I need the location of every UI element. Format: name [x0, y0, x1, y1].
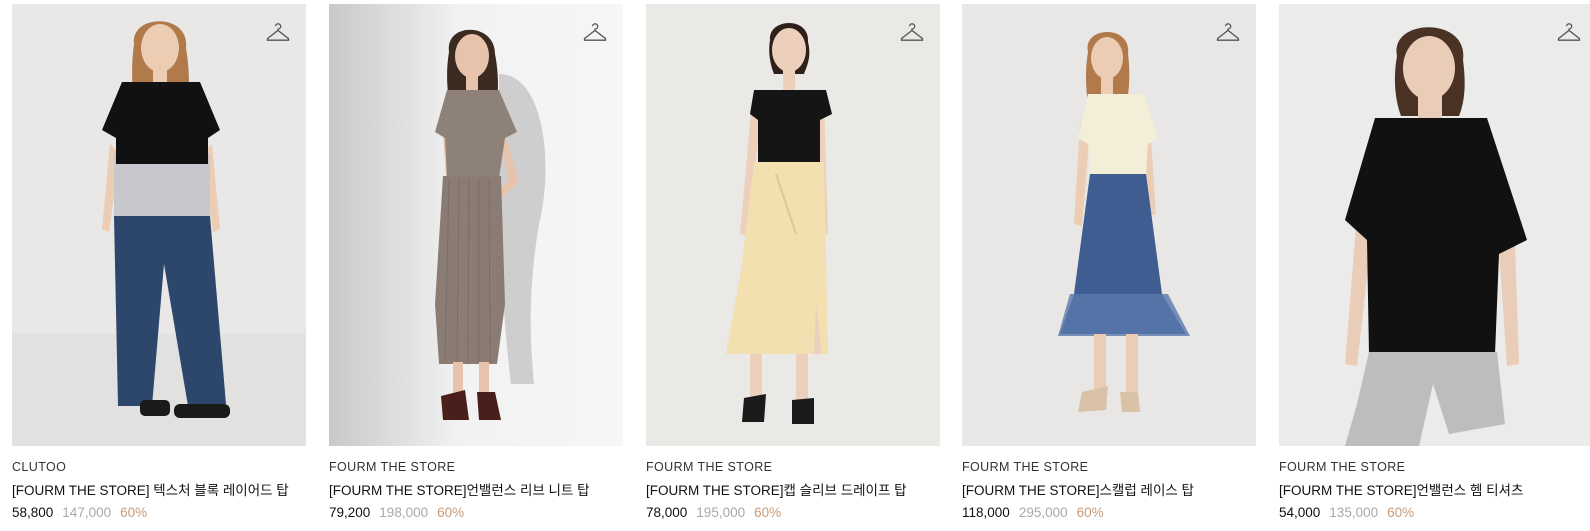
brand-name: FOURM THE STORE: [1279, 460, 1406, 474]
brand-name: FOURM THE STORE: [646, 460, 773, 474]
hanger-icon[interactable]: [1216, 21, 1240, 43]
product-grid: CLUTOO [FOURM THE STORE] 텍스처 블록 레이어드 탑 5…: [0, 0, 1590, 531]
product-name[interactable]: [FOURM THE STORE]스캘럽 레이스 탑: [962, 482, 1256, 500]
product-card[interactable]: FOURM THE STORE [FOURM THE STORE]스캘럽 레이스…: [962, 4, 1256, 522]
sale-price: 78,000: [646, 505, 688, 520]
discount-rate: 60%: [437, 505, 465, 520]
price-row: 58,800 147,000 60%: [12, 504, 306, 522]
model-photo: [12, 4, 306, 446]
original-price: 198,000: [379, 505, 429, 520]
model-photo: [962, 4, 1256, 446]
product-name[interactable]: [FOURM THE STORE]언밸런스 리브 니트 탑: [329, 482, 623, 500]
product-image[interactable]: [1279, 4, 1590, 446]
price-row: 79,200 198,000 60%: [329, 504, 623, 522]
model-photo: [1279, 4, 1590, 446]
original-price: 147,000: [62, 505, 112, 520]
product-card[interactable]: FOURM THE STORE [FOURM THE STORE]캡 슬리브 드…: [646, 4, 940, 522]
product-card[interactable]: FOURM THE STORE [FOURM THE STORE]언밸런스 헴 …: [1279, 4, 1590, 522]
product-card[interactable]: CLUTOO [FOURM THE STORE] 텍스처 블록 레이어드 탑 5…: [12, 4, 306, 522]
sale-price: 54,000: [1279, 505, 1321, 520]
model-photo: [646, 4, 940, 446]
product-image[interactable]: [962, 4, 1256, 446]
product-image[interactable]: [329, 4, 623, 446]
price-row: 118,000 295,000 60%: [962, 504, 1256, 522]
sale-price: 58,800: [12, 505, 54, 520]
sale-price: 79,200: [329, 505, 371, 520]
product-image[interactable]: [12, 4, 306, 446]
price-row: 54,000 135,000 60%: [1279, 504, 1590, 522]
hanger-icon[interactable]: [900, 21, 924, 43]
product-image[interactable]: [646, 4, 940, 446]
sale-price: 118,000: [962, 505, 1010, 520]
brand-name: CLUTOO: [12, 460, 67, 474]
price-row: 78,000 195,000 60%: [646, 504, 940, 522]
product-name[interactable]: [FOURM THE STORE] 텍스처 블록 레이어드 탑: [12, 482, 306, 500]
hanger-icon[interactable]: [1557, 21, 1581, 43]
discount-rate: 60%: [754, 505, 782, 520]
discount-rate: 60%: [1387, 505, 1415, 520]
original-price: 135,000: [1329, 505, 1379, 520]
hanger-icon[interactable]: [266, 21, 290, 43]
original-price: 295,000: [1018, 505, 1068, 520]
product-name[interactable]: [FOURM THE STORE]언밸런스 헴 티셔츠: [1279, 482, 1590, 500]
original-price: 195,000: [696, 505, 746, 520]
model-photo: [329, 4, 623, 446]
brand-name: FOURM THE STORE: [329, 460, 456, 474]
brand-name: FOURM THE STORE: [962, 460, 1089, 474]
discount-rate: 60%: [1076, 505, 1104, 520]
product-name[interactable]: [FOURM THE STORE]캡 슬리브 드레이프 탑: [646, 482, 940, 500]
discount-rate: 60%: [120, 505, 148, 520]
product-card[interactable]: FOURM THE STORE [FOURM THE STORE]언밸런스 리브…: [329, 4, 623, 522]
hanger-icon[interactable]: [583, 21, 607, 43]
